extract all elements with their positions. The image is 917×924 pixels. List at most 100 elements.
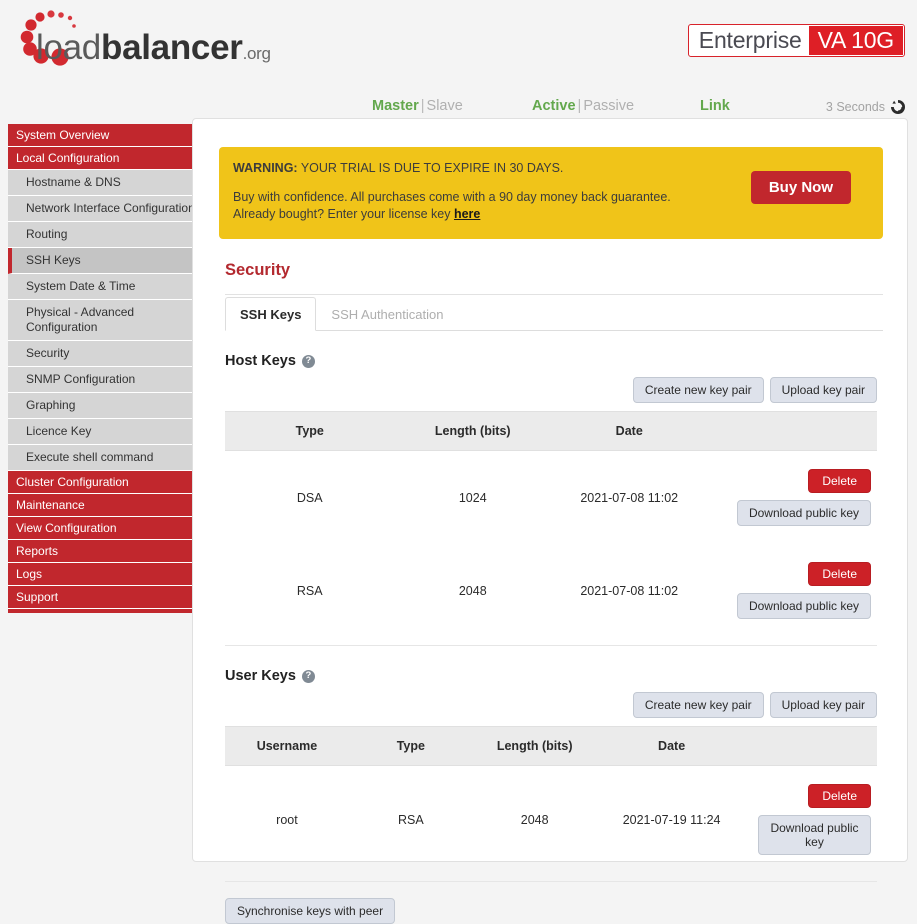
host-keys-action-row: Create new key pair Upload key pair [225, 377, 877, 403]
user-upload-key-pair-button[interactable]: Upload key pair [770, 692, 877, 718]
edition-badge: Enterprise VA 10G [688, 24, 905, 57]
user-col-actions [747, 727, 877, 766]
user-key-type: RSA [349, 766, 473, 874]
sidebar-group-support[interactable]: Support [8, 586, 196, 609]
host-keys-section: Host Keys ? Create new key pair Upload k… [225, 353, 877, 637]
host-create-key-pair-button[interactable]: Create new key pair [633, 377, 764, 403]
user-keys-header-row: Username Type Length (bits) Date [225, 727, 877, 766]
refresh-icon[interactable] [891, 100, 905, 114]
sidebar-item-network-interface-configuration[interactable]: Network Interface Configuration [8, 196, 196, 222]
sidebar-group-cluster-configuration[interactable]: Cluster Configuration [8, 471, 196, 494]
download-public-key-button[interactable]: Download public key [758, 815, 871, 855]
brand-tld: .org [243, 44, 271, 63]
sidebar-item-licence-key[interactable]: Licence Key [8, 419, 196, 445]
user-keys-table: Username Type Length (bits) Date root RS… [225, 726, 877, 873]
host-key-type: DSA [225, 451, 395, 545]
status-ha-role-separator: | [419, 98, 427, 114]
synchronise-keys-with-peer-button[interactable]: Synchronise keys with peer [225, 898, 395, 924]
sidebar-bottom-bar [8, 609, 196, 613]
license-key-link[interactable]: here [454, 207, 480, 221]
tab-bar: SSH Keys SSH Authentication [225, 295, 883, 330]
sidebar-item-routing[interactable]: Routing [8, 222, 196, 248]
user-keys-divider [225, 881, 877, 882]
refresh-interval-label: 3 Seconds [826, 100, 885, 114]
host-key-date: 2021-07-08 11:02 [551, 544, 707, 637]
host-keys-table: Type Length (bits) Date DSA 1024 2021-07… [225, 411, 877, 637]
brand-name-light: load [36, 28, 101, 67]
host-key-type: RSA [225, 544, 395, 637]
host-key-length: 1024 [395, 451, 551, 545]
help-icon[interactable]: ? [302, 355, 315, 368]
table-row: RSA 2048 2021-07-08 11:02 Delete Downloa… [225, 544, 877, 637]
warning-line-3: Already bought? Enter your license key h… [233, 206, 867, 223]
user-create-key-pair-button[interactable]: Create new key pair [633, 692, 764, 718]
delete-button[interactable]: Delete [808, 469, 871, 493]
host-keys-divider [225, 645, 877, 646]
sidebar-item-ssh-keys[interactable]: SSH Keys [8, 248, 196, 274]
sidebar-item-system-date-time[interactable]: System Date & Time [8, 274, 196, 300]
sidebar-group-logs[interactable]: Logs [8, 563, 196, 586]
page-header: loadbalancer.org Enterprise VA 10G Maste… [0, 0, 917, 124]
user-keys-title: User Keys ? [225, 668, 877, 684]
refresh-control[interactable]: 3 Seconds [826, 100, 905, 114]
host-keys-header-row: Type Length (bits) Date [225, 412, 877, 451]
host-key-length: 2048 [395, 544, 551, 637]
user-key-date: 2021-07-19 11:24 [597, 766, 747, 874]
sidebar-item-physical-advanced-configuration[interactable]: Physical - Advanced Configuration [8, 300, 196, 341]
delete-button[interactable]: Delete [808, 562, 871, 586]
warning-label: WARNING: [233, 161, 298, 175]
tab-list: SSH Keys SSH Authentication [225, 295, 883, 330]
sidebar-group-reports[interactable]: Reports [8, 540, 196, 563]
table-row: DSA 1024 2021-07-08 11:02 Delete Downloa… [225, 451, 877, 545]
host-key-actions: Delete Download public key [707, 451, 877, 545]
trial-warning-banner: WARNING: YOUR TRIAL IS DUE TO EXPIRE IN … [219, 147, 883, 239]
action-stack: Delete Download public key [707, 469, 871, 526]
host-upload-key-pair-button[interactable]: Upload key pair [770, 377, 877, 403]
host-col-actions [707, 412, 877, 451]
warning-headline-text: YOUR TRIAL IS DUE TO EXPIRE IN 30 DAYS. [298, 161, 564, 175]
host-col-length: Length (bits) [395, 412, 551, 451]
action-stack: Delete Download public key [747, 784, 871, 855]
user-keys-title-text: User Keys [225, 668, 296, 684]
tab-ssh-authentication[interactable]: SSH Authentication [316, 297, 458, 331]
sidebar-navigation: System OverviewLocal ConfigurationHostna… [8, 124, 196, 613]
sidebar-item-hostname-dns[interactable]: Hostname & DNS [8, 170, 196, 196]
help-icon[interactable]: ? [302, 670, 315, 683]
user-col-username: Username [225, 727, 349, 766]
host-col-date: Date [551, 412, 707, 451]
user-col-type: Type [349, 727, 473, 766]
user-col-length: Length (bits) [473, 727, 597, 766]
action-stack: Delete Download public key [707, 562, 871, 619]
host-keys-title: Host Keys ? [225, 353, 877, 369]
host-keys-title-text: Host Keys [225, 353, 296, 369]
download-public-key-button[interactable]: Download public key [737, 500, 871, 526]
sidebar-group-view-configuration[interactable]: View Configuration [8, 517, 196, 540]
warning-line-3-prefix: Already bought? Enter your license key [233, 207, 454, 221]
edition-name: Enterprise [690, 26, 809, 55]
sidebar-group-local-configuration[interactable]: Local Configuration [8, 147, 196, 170]
brand-name-bold: balancer [101, 28, 243, 67]
sidebar-item-security[interactable]: Security [8, 341, 196, 367]
user-keys-section: User Keys ? Create new key pair Upload k… [225, 668, 877, 873]
sidebar-group-maintenance[interactable]: Maintenance [8, 494, 196, 517]
sidebar-item-snmp-configuration[interactable]: SNMP Configuration [8, 367, 196, 393]
delete-button[interactable]: Delete [808, 784, 871, 808]
sidebar-item-graphing[interactable]: Graphing [8, 393, 196, 419]
status-link-label: Link [700, 98, 730, 114]
page-title: Security [225, 261, 883, 280]
brand-logo[interactable]: loadbalancer.org [8, 8, 428, 80]
sidebar-group-system-overview[interactable]: System Overview [8, 124, 196, 147]
table-row: root RSA 2048 2021-07-19 11:24 Delete Do… [225, 766, 877, 874]
buy-now-button[interactable]: Buy Now [751, 171, 851, 204]
download-public-key-button[interactable]: Download public key [737, 593, 871, 619]
status-ha-state: Active|Passive [532, 98, 634, 114]
host-col-type: Type [225, 412, 395, 451]
edition-model: VA 10G [809, 26, 903, 55]
user-key-actions: Delete Download public key [747, 766, 877, 874]
status-link-state: Link [700, 98, 730, 114]
sidebar-item-execute-shell-command[interactable]: Execute shell command [8, 445, 196, 471]
user-key-length: 2048 [473, 766, 597, 874]
footer-actions: Synchronise keys with peer [225, 898, 877, 924]
status-ha-role-off: Slave [427, 98, 463, 114]
tab-ssh-keys[interactable]: SSH Keys [225, 297, 316, 331]
